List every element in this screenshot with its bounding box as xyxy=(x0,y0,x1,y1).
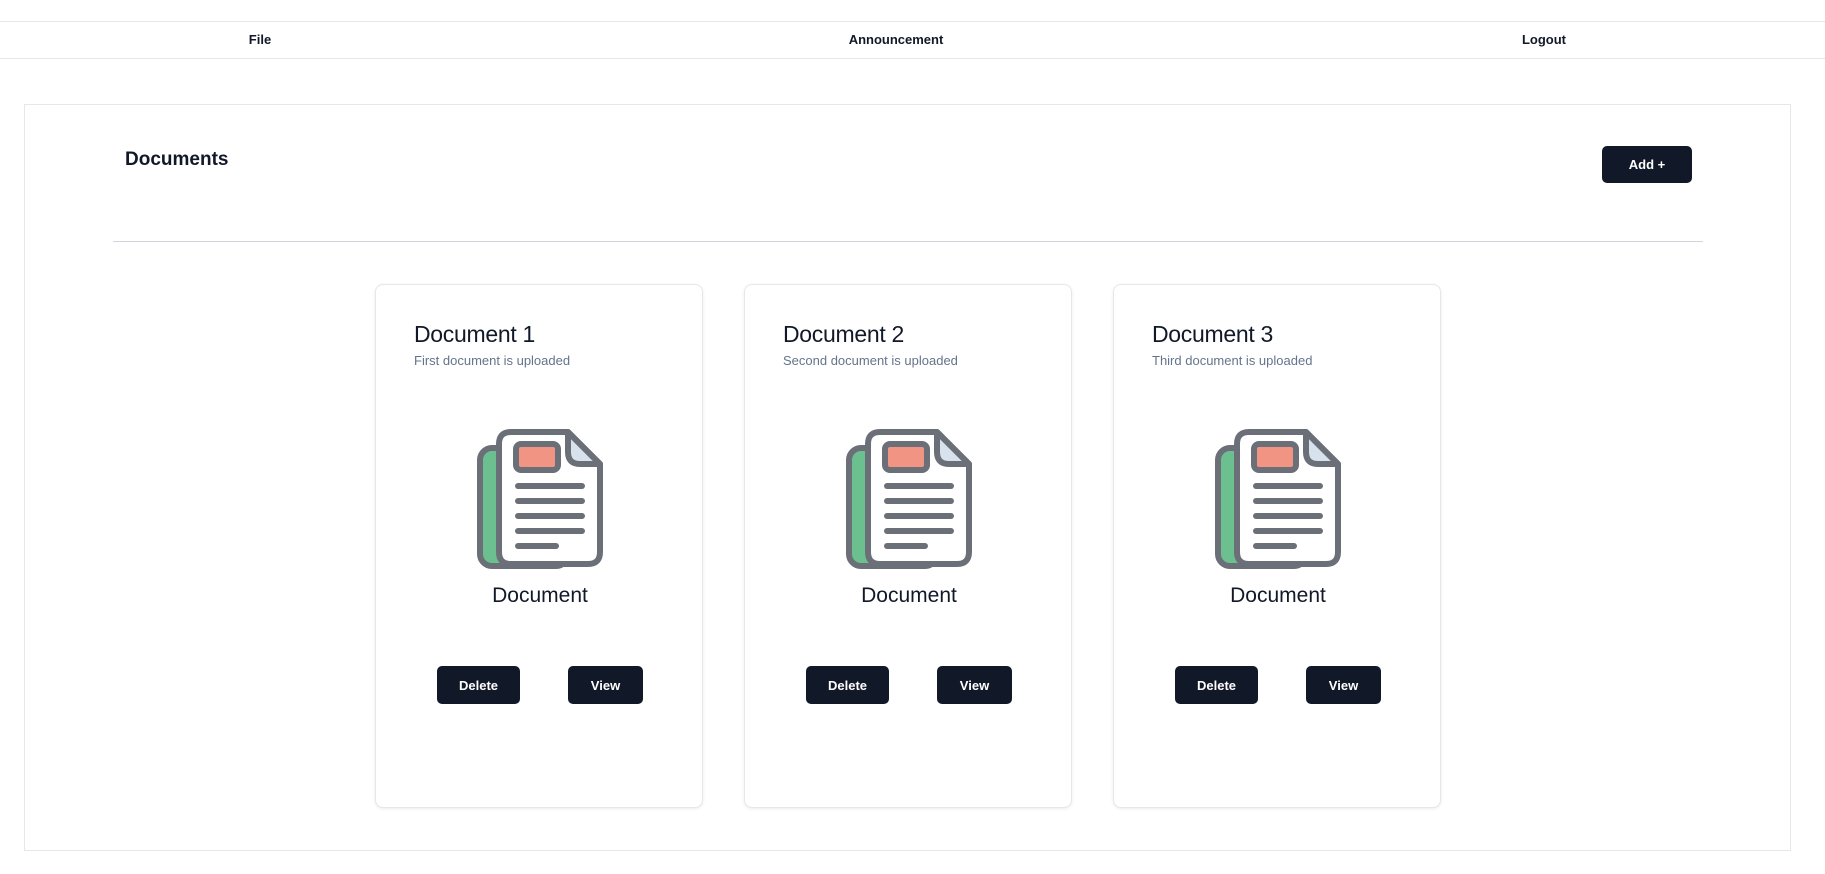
delete-button[interactable]: Delete xyxy=(437,666,520,704)
document-icon xyxy=(1215,429,1341,569)
delete-button[interactable]: Delete xyxy=(806,666,889,704)
document-title: Document 3 xyxy=(1152,321,1274,347)
divider xyxy=(113,241,1703,242)
delete-button[interactable]: Delete xyxy=(1175,666,1258,704)
page-title: Documents xyxy=(125,149,229,170)
documents-panel: Documents Add + Document 1 First documen… xyxy=(24,104,1791,851)
nav-logout[interactable]: Logout xyxy=(1522,22,1566,60)
document-icon xyxy=(477,429,603,569)
top-nav: File Announcement Logout xyxy=(0,21,1825,59)
document-title: Document 1 xyxy=(414,321,536,347)
document-subtitle: Second document is uploaded xyxy=(783,353,958,368)
view-button[interactable]: View xyxy=(568,666,643,704)
nav-announcement[interactable]: Announcement xyxy=(849,22,944,60)
add-document-button[interactable]: Add + xyxy=(1602,146,1692,183)
nav-file[interactable]: File xyxy=(249,22,271,60)
view-button[interactable]: View xyxy=(1306,666,1381,704)
document-card: Document 3 Third document is uploaded Do… xyxy=(1113,284,1441,808)
document-caption: Document xyxy=(861,584,957,607)
view-button[interactable]: View xyxy=(937,666,1012,704)
document-caption: Document xyxy=(1230,584,1326,607)
document-title: Document 2 xyxy=(783,321,905,347)
document-card: Document 2 Second document is uploaded D… xyxy=(744,284,1072,808)
document-card: Document 1 First document is uploaded Do… xyxy=(375,284,703,808)
document-caption: Document xyxy=(492,584,588,607)
document-icon xyxy=(846,429,972,569)
document-subtitle: Third document is uploaded xyxy=(1152,353,1313,368)
document-subtitle: First document is uploaded xyxy=(414,353,571,368)
